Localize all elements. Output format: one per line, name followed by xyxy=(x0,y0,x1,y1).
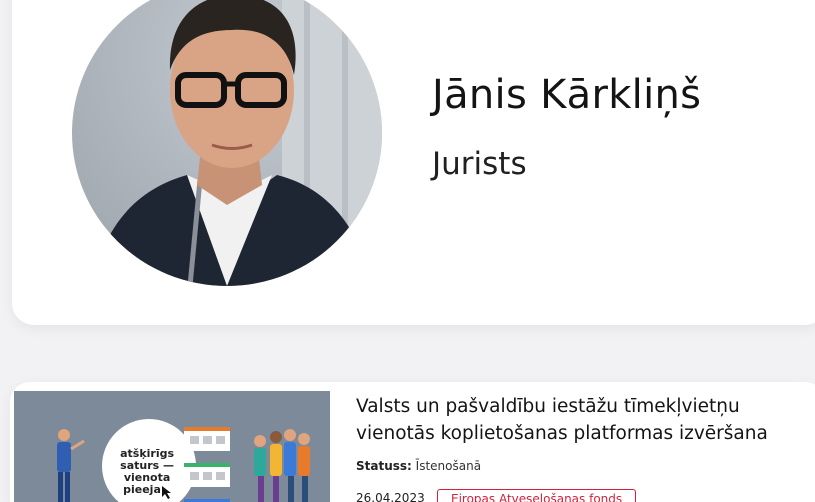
project-date: 26.04.2023 xyxy=(356,491,425,502)
project-thumbnail[interactable]: atšķirīgs saturs — vienota pieeja xyxy=(14,391,330,502)
person-name: Jānis Kārkliņš xyxy=(432,72,702,118)
status-value: Īstenošanā xyxy=(415,459,482,473)
platform-illustration: atšķirīgs saturs — vienota pieeja xyxy=(57,419,310,502)
project-status: Statuss: Īstenošanā xyxy=(356,459,481,473)
bubble-text-line: pieeja xyxy=(123,483,161,496)
project-title[interactable]: Valsts un pašvaldību iestāžu tīmekļvietņ… xyxy=(356,393,808,447)
fund-tag[interactable]: Eiropas Atveseļošanas fonds xyxy=(437,489,637,502)
person-role: Jurists xyxy=(432,146,527,182)
status-label: Statuss: xyxy=(356,459,412,473)
